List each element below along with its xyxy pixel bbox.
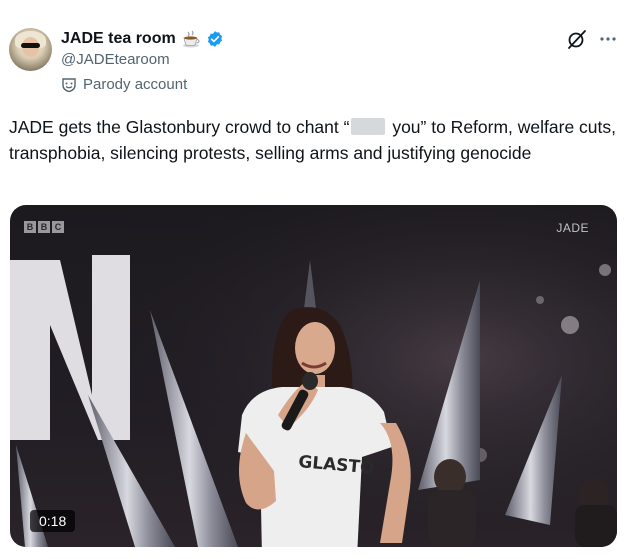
verified-badge-icon[interactable] [206, 30, 224, 48]
video-duration-badge: 0:18 [30, 510, 76, 532]
video-player[interactable]: GLASTO B B C JADE 0:18 [10, 205, 617, 547]
video-frame: GLASTO [10, 205, 617, 547]
bbc-letter: B [24, 221, 36, 233]
author-name-row: JADE tea room [61, 28, 224, 50]
author-handle[interactable]: @JADEtearoom [61, 51, 170, 68]
parody-mask-icon [62, 77, 76, 92]
bbc-letter: C [52, 221, 64, 233]
broadcaster-logo: B B C [24, 221, 64, 233]
censored-word-block [351, 118, 386, 135]
author-display-name[interactable]: JADE tea room [61, 30, 176, 48]
more-options-icon[interactable] [597, 28, 619, 50]
bbc-letter: B [38, 221, 50, 233]
avatar-sunglasses [21, 43, 40, 48]
tweet-card: JADE tea room @JADEtearoom Parody accoun… [0, 0, 634, 559]
parody-label-text: Parody account [83, 76, 188, 93]
video-watermark: JADE [556, 221, 589, 235]
parody-account-label: Parody account [61, 76, 187, 93]
tweet-text-start: JADE gets the Glastonbury crowd to chant… [9, 117, 350, 137]
tweet-text: JADE gets the Glastonbury crowd to chant… [9, 114, 624, 166]
hot-beverage-icon [182, 30, 200, 48]
grok-icon[interactable] [566, 28, 588, 50]
author-avatar[interactable] [9, 28, 52, 71]
